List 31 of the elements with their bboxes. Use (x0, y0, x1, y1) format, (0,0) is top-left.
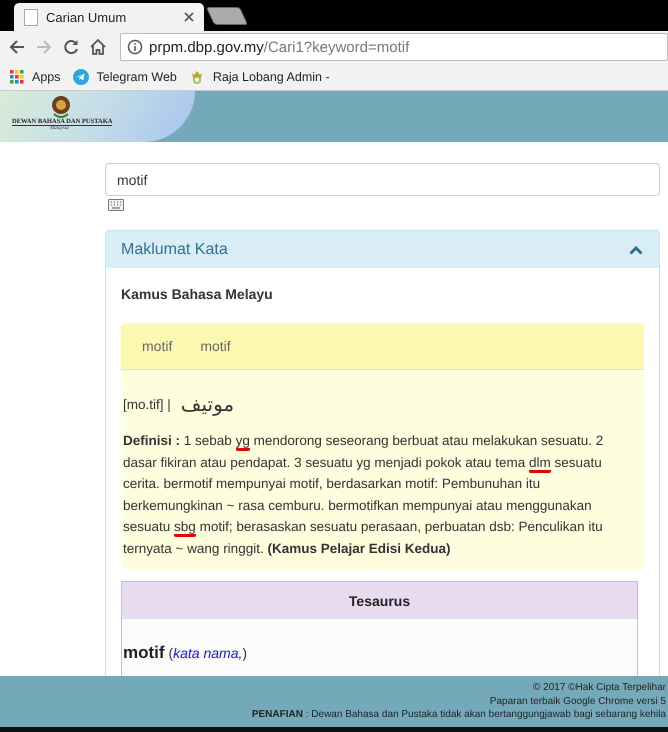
pronunciation-text: [mo.tif] | (123, 396, 171, 412)
jawi-text: موتيف (180, 392, 234, 416)
definition-text: Definisi : 1 sebab yg mendorong seseorang berbuat atau melakukan sesuatu. 2 dasar fikiran atau pendapat. 3 sesuatu yg menjadi pokok atau tema dlm sesuatu cerita. bermotif mempunyai motif, berdasarkan motif: Pembunuhan itu berkemungkinan ~ rasa cemburu. bermotifkan mempunyai atau menggunakan sesuatu sbg motif; berasaskan sesuatu perasaan, perbuatan dsb: Penculikan itu ternyata ~ wang ringgit. (Kamus Pelajar Edisi Kedua) (122, 432, 604, 558)
paper-plane-icon (72, 68, 88, 84)
back-icon[interactable] (8, 38, 26, 56)
chevron-up-icon[interactable] (629, 244, 643, 254)
search-field[interactable]: motif (105, 163, 660, 196)
thesaurus-title: Tesaurus (122, 582, 637, 619)
footer-text: © 2017 ©Hak Cipta Terpelihar (533, 681, 666, 695)
url-text: prpm.dbp.gov.my/Cari1?keyword=motif (149, 38, 410, 56)
reload-icon[interactable] (62, 38, 80, 56)
keyboard-icon[interactable] (108, 199, 124, 211)
info-icon[interactable] (127, 39, 143, 55)
new-tab-button[interactable] (206, 7, 248, 25)
bookmark-link[interactable]: Raja Lobang Admin - (188, 68, 330, 84)
bookmark-link[interactable]: Apps (10, 70, 60, 84)
dictionary-name: Kamus Bahasa Melayu (121, 286, 274, 302)
close-icon[interactable] (184, 12, 194, 22)
footer-text: Paparan terbaik Google Chrome versi 5 (490, 694, 666, 708)
thesaurus-entry: motif (kata nama,) (122, 642, 248, 664)
footer-text: PENAFIAN : Dewan Bahasa dan Pustaka tidak akan bertanggungjawab bagi sebarang kehila (252, 708, 666, 722)
panel-header[interactable]: Maklumat Kata (106, 231, 659, 268)
entry-word: motif (200, 338, 231, 354)
panel-title: Maklumat Kata (121, 240, 228, 258)
grid-icon (10, 70, 24, 84)
address-bar[interactable]: prpm.dbp.gov.my/Cari1?keyword=motif (120, 33, 668, 61)
entry-word: motif (142, 338, 172, 354)
bookmark-link[interactable]: Telegram Web (72, 68, 177, 84)
page-icon (24, 8, 38, 26)
browser-tab[interactable]: Carian Umum (14, 3, 204, 31)
home-icon[interactable] (89, 38, 107, 56)
